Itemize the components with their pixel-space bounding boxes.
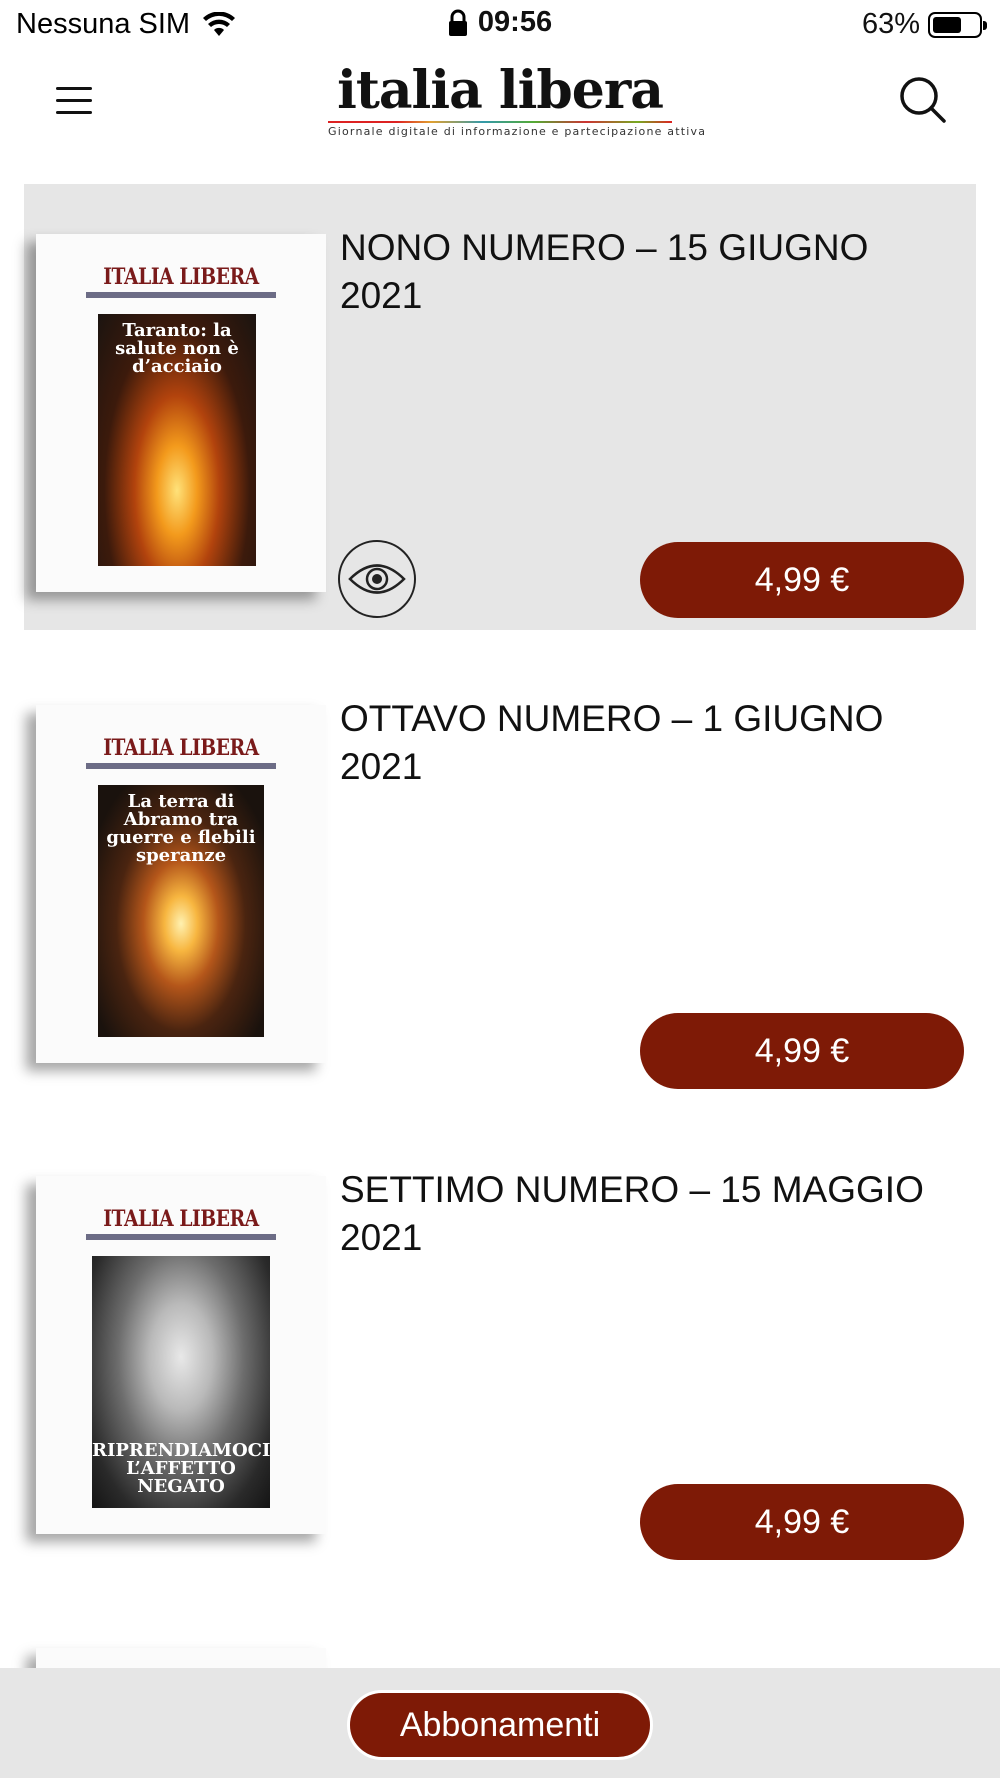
issue-title[interactable]: SETTIMO NUMERO – 15 MAGGIO 2021 (340, 1166, 940, 1262)
status-right: 63% (861, 8, 987, 41)
app-header: italia libera Giornale digitale di infor… (0, 55, 1000, 150)
clock: 09:56 (477, 6, 553, 38)
logo-subtitle: Giornale digitale di informazione e part… (328, 125, 707, 138)
issue-cover[interactable]: ITALIA LIBERA La terra di Abramo tra gue… (36, 705, 326, 1063)
status-bar: Nessuna SIM 09:56 63% (0, 0, 1000, 50)
issue-card[interactable]: ITALIA LIBERA RIPRENDIAMOCI L’AFFETTO NE… (24, 1126, 976, 1572)
battery-percent: 63% (861, 8, 920, 40)
issue-cover[interactable]: ITALIA LIBERA RIPRENDIAMOCI L’AFFETTO NE… (36, 1176, 326, 1534)
cover-headline: Taranto: la salute non è d’acciaio (115, 320, 239, 377)
cover-headline: La terra di Abramo tra guerre e flebili … (106, 791, 256, 866)
preview-button[interactable] (338, 540, 416, 618)
cover-masthead: ITALIA LIBERA (86, 1206, 276, 1240)
eye-icon (348, 564, 406, 594)
search-icon[interactable] (898, 75, 948, 125)
battery-icon (928, 11, 987, 38)
status-center: 09:56 (0, 6, 1000, 39)
logo-title: italia libera (337, 60, 664, 121)
subscriptions-button[interactable]: Abbonamenti (347, 1690, 653, 1760)
issue-card[interactable]: ITALIA LIBERA La terra di Abramo tra gue… (24, 655, 976, 1101)
logo[interactable]: italia libera Giornale digitale di infor… (328, 60, 707, 138)
issue-title[interactable]: NONO NUMERO – 15 GIUGNO 2021 (340, 224, 940, 320)
issue-title[interactable]: OTTAVO NUMERO – 1 GIUGNO 2021 (340, 695, 940, 791)
buy-button[interactable]: 4,99 € (640, 542, 964, 618)
cover-image: Taranto: la salute non è d’acciaio (98, 314, 256, 566)
issue-card[interactable]: ITALIA LIBERA Taranto: la salute non è d… (24, 184, 976, 630)
cover-masthead: ITALIA LIBERA (86, 264, 276, 298)
hamburger-menu-icon[interactable] (56, 87, 92, 115)
cover-masthead: ITALIA LIBERA (86, 735, 276, 769)
logo-divider (328, 121, 672, 123)
buy-button[interactable]: 4,99 € (640, 1484, 964, 1560)
buy-button[interactable]: 4,99 € (640, 1013, 964, 1089)
issue-cover[interactable]: ITALIA LIBERA Taranto: la salute non è d… (36, 234, 326, 592)
bottom-bar: Abbonamenti (0, 1668, 1000, 1778)
cover-image: La terra di Abramo tra guerre e flebili … (98, 785, 264, 1037)
cover-image: RIPRENDIAMOCI L’AFFETTO NEGATO (92, 1256, 270, 1508)
cover-headline: RIPRENDIAMOCI L’AFFETTO NEGATO (92, 1440, 270, 1497)
lock-icon (448, 9, 467, 36)
